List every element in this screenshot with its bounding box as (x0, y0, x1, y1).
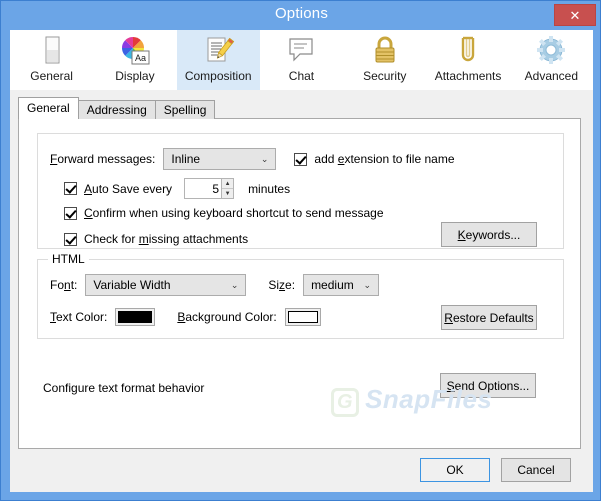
close-icon[interactable]: ✕ (554, 4, 596, 26)
forward-messages-row: Forward messages: Inline ⌄ add extension… (50, 148, 455, 170)
background-color-swatch[interactable] (284, 308, 321, 326)
auto-save-minutes-value: 5 (212, 181, 220, 196)
html-group-label: HTML (48, 252, 89, 266)
dialog-client-area: General Addressing Spelling Forward mess… (10, 90, 593, 492)
html-options-panel: HTML Font: Variable Width ⌄ Size: medium… (37, 252, 564, 339)
colors-row: Text Color: Background Color: (50, 308, 321, 326)
document-page-icon (45, 36, 60, 64)
chevron-down-icon: ⌄ (363, 279, 372, 290)
text-color-label: Text Color: (50, 310, 108, 324)
add-extension-label: add extension to file name (314, 152, 455, 166)
toolbar-item-display[interactable]: Aa Display (93, 30, 176, 90)
tab-general[interactable]: General (18, 97, 79, 119)
configure-text-format-label: Configure text format behavior (43, 381, 205, 395)
stepper-buttons: ▲ ▼ (221, 178, 235, 199)
forward-messages-dropdown[interactable]: Inline ⌄ (163, 148, 277, 170)
padlock-icon (375, 36, 395, 63)
svg-text:Aa: Aa (135, 53, 146, 63)
toolbar-label-composition: Composition (184, 69, 252, 83)
size-value: medium (311, 278, 354, 292)
document-pencil-icon (207, 37, 235, 62)
category-toolbar: General Aa Display Composition Chat Secu… (10, 30, 593, 91)
toolbar-item-advanced[interactable]: Advanced (510, 30, 593, 90)
auto-save-units-label: minutes (248, 181, 291, 196)
window-title: Options (274, 5, 329, 22)
toolbar-item-composition[interactable]: Composition (176, 30, 260, 90)
toolbar-item-attachments[interactable]: Attachments (426, 30, 509, 90)
restore-defaults-button[interactable]: Restore Defaults (441, 305, 537, 330)
toolbar-label-chat: Chat (288, 69, 315, 83)
toolbar-item-chat[interactable]: Chat (260, 30, 343, 90)
text-color-swatch[interactable] (115, 308, 156, 326)
chevron-down-icon: ⌄ (230, 279, 239, 290)
auto-save-checkbox[interactable] (64, 182, 77, 195)
size-label: Size: (268, 278, 296, 292)
paperclip-icon (461, 36, 475, 62)
options-dialog-window: Options ✕ General Aa Display Composition… (0, 0, 601, 501)
font-dropdown[interactable]: Variable Width ⌄ (85, 274, 247, 296)
background-color-label: Background Color: (177, 310, 277, 324)
restore-defaults-label: Restore Defaults (444, 310, 534, 325)
check-missing-attachments-checkbox[interactable] (64, 232, 77, 246)
tab-page-general: Forward messages: Inline ⌄ add extension… (18, 118, 581, 449)
cancel-button[interactable]: Cancel (501, 458, 571, 482)
auto-save-label: Auto Save every (84, 181, 173, 196)
toolbar-item-security[interactable]: Security (343, 30, 426, 90)
font-value: Variable Width (93, 278, 171, 292)
ok-button[interactable]: OK (420, 458, 490, 482)
gear-icon (537, 36, 566, 64)
font-label: Font: (50, 278, 78, 292)
toolbar-item-general[interactable]: General (10, 30, 93, 90)
chevron-down-icon: ⌄ (260, 153, 269, 164)
font-row: Font: Variable Width ⌄ Size: medium ⌄ (50, 274, 380, 296)
stepper-up-icon[interactable]: ▲ (222, 179, 234, 189)
tab-strip: General Addressing Spelling (18, 97, 216, 119)
confirm-shortcut-label: Confirm when using keyboard shortcut to … (84, 206, 384, 220)
speech-bubble-icon (289, 38, 314, 62)
stepper-down-icon[interactable]: ▼ (222, 189, 233, 198)
auto-save-row: Auto Save every 5 ▲ ▼ minutes (64, 178, 290, 199)
watermark-logo-icon: G (331, 388, 360, 417)
toolbar-label-display: Display (115, 69, 155, 83)
check-missing-attachments-label: Check for missing attachments (84, 232, 249, 246)
keywords-button[interactable]: Keywords... (441, 222, 537, 247)
check-missing-row: Check for missing attachments (64, 232, 248, 246)
toolbar-label-attachments: Attachments (434, 69, 502, 83)
title-bar: Options ✕ (1, 1, 600, 30)
forward-messages-value: Inline (171, 152, 201, 166)
confirm-shortcut-checkbox[interactable] (64, 206, 77, 220)
confirm-shortcut-row: Confirm when using keyboard shortcut to … (64, 206, 384, 220)
color-wheel-aa-icon: Aa (121, 36, 150, 65)
toolbar-label-advanced: Advanced (524, 69, 579, 83)
watermark-text: SnapFiles (365, 384, 493, 414)
auto-save-minutes-stepper[interactable]: 5 ▲ ▼ (184, 178, 235, 199)
forward-messages-label: Forward messages: (50, 152, 156, 166)
keywords-button-label: Keywords... (457, 227, 521, 242)
toolbar-label-security: Security (363, 69, 407, 83)
background-color-value (287, 311, 318, 323)
text-color-value (118, 311, 153, 323)
size-dropdown[interactable]: medium ⌄ (303, 274, 380, 296)
add-extension-checkbox[interactable] (294, 152, 308, 166)
tab-spelling[interactable]: Spelling (154, 100, 216, 119)
tab-addressing[interactable]: Addressing (77, 100, 156, 119)
snapfiles-watermark: G SnapFiles (331, 384, 492, 417)
general-options-panel: Forward messages: Inline ⌄ add extension… (37, 133, 564, 249)
toolbar-label-general: General (30, 69, 73, 83)
